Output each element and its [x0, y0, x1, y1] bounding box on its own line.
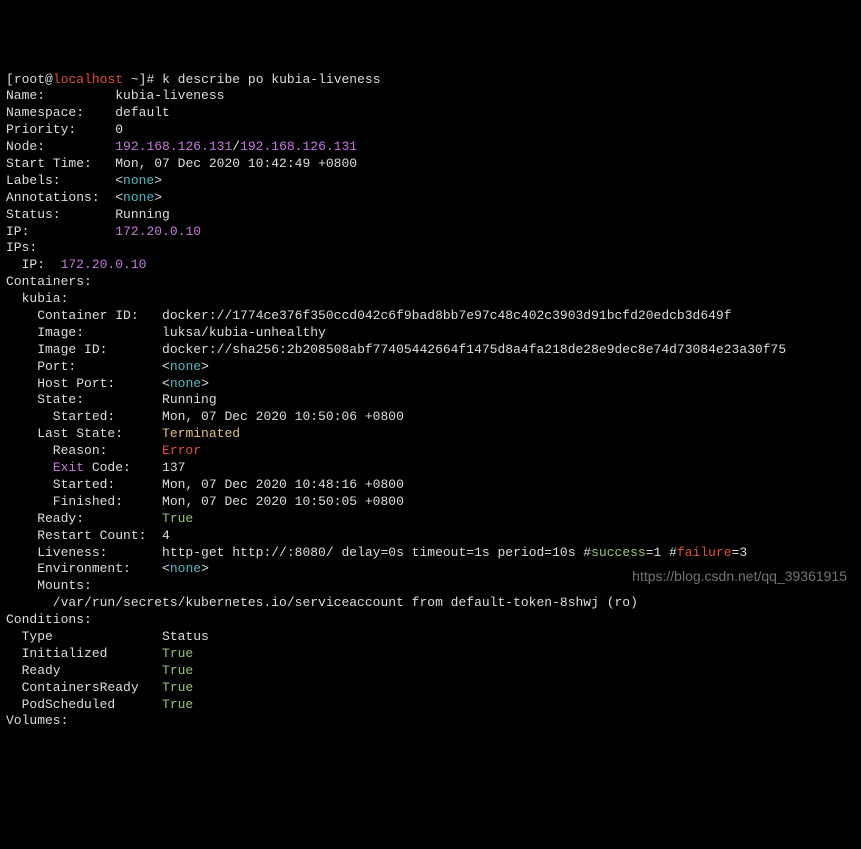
annotations-label: Annotations:	[6, 190, 100, 205]
priority-label: Priority:	[6, 122, 76, 137]
cond-type-label: Type	[6, 629, 53, 644]
prompt-user: root	[14, 72, 45, 87]
name-value: kubia-liveness	[115, 88, 224, 103]
laststate-label: Last State:	[6, 426, 123, 441]
ready-label: Ready:	[6, 511, 84, 526]
started-value: Mon, 07 Dec 2020 10:50:06 +0800	[162, 409, 404, 424]
none-close: >	[154, 190, 162, 205]
prompt-rest: ~]#	[123, 72, 162, 87]
name-label: Name:	[6, 88, 45, 103]
priority-value: 0	[115, 122, 123, 137]
node-ip1: 192.168.126.131	[115, 139, 232, 154]
node-label: Node:	[6, 139, 45, 154]
state-value: Running	[162, 392, 217, 407]
reason-value: Error	[162, 443, 201, 458]
none-text: none	[170, 359, 201, 374]
cond-row-value: True	[162, 680, 193, 695]
none-text: none	[123, 173, 154, 188]
starttime-label: Start Time:	[6, 156, 92, 171]
prompt-host: localhost	[53, 72, 123, 87]
cond-row-value: True	[162, 697, 193, 712]
ips-label: IPs:	[6, 240, 37, 255]
liveness-post: =3	[732, 545, 748, 560]
mounts-value: /var/run/secrets/kubernetes.io/serviceac…	[6, 595, 638, 610]
reason-label: Reason:	[6, 443, 107, 458]
none-open: <	[162, 359, 170, 374]
watermark-text: https://blog.csdn.net/qq_39361915	[632, 567, 847, 585]
none-close: >	[201, 359, 209, 374]
liveness-label: Liveness:	[6, 545, 107, 560]
none-close: >	[201, 376, 209, 391]
mounts-label: Mounts:	[6, 578, 92, 593]
cond-row-label: Initialized	[6, 646, 107, 661]
liveness-failure: failure	[677, 545, 732, 560]
namespace-value: default	[115, 105, 170, 120]
status-value: Running	[115, 207, 170, 222]
restart-value: 4	[162, 528, 170, 543]
volumes-label: Volumes:	[6, 713, 68, 728]
ips-sub-value: 172.20.0.10	[61, 257, 147, 272]
state-label: State:	[6, 392, 84, 407]
liveness-mid: =1 #	[646, 545, 677, 560]
ip-label: IP:	[6, 224, 29, 239]
node-slash: /	[232, 139, 240, 154]
status-label: Status:	[6, 207, 61, 222]
cond-row-value: True	[162, 646, 193, 661]
image-value: luksa/kubia-unhealthy	[162, 325, 326, 340]
none-text: none	[170, 376, 201, 391]
none-text: none	[170, 561, 201, 576]
none-text: none	[123, 190, 154, 205]
prompt-open: [	[6, 72, 14, 87]
exit-post: Code:	[84, 460, 131, 475]
none-close: >	[201, 561, 209, 576]
none-open: <	[162, 561, 170, 576]
none-open: <	[162, 376, 170, 391]
none-open: <	[115, 190, 123, 205]
ips-sub-label: IP:	[6, 257, 61, 272]
cond-row-label: Ready	[6, 663, 61, 678]
laststate-value: Terminated	[162, 426, 240, 441]
cond-status-label: Status	[162, 629, 209, 644]
exit-pre	[6, 460, 53, 475]
cond-row-label: PodScheduled	[6, 697, 115, 712]
exit-value: 137	[162, 460, 185, 475]
ip-value: 172.20.0.10	[115, 224, 201, 239]
none-open: <	[115, 173, 123, 188]
containers-header: Containers:	[6, 274, 92, 289]
ls-started-label: Started:	[6, 477, 115, 492]
command-text: k describe po kubia-liveness	[162, 72, 380, 87]
port-label: Port:	[6, 359, 76, 374]
liveness-pre: http-get http://:8080/ delay=0s timeout=…	[162, 545, 591, 560]
restart-label: Restart Count:	[6, 528, 146, 543]
container-name: kubia:	[6, 291, 68, 306]
liveness-success: success	[591, 545, 646, 560]
started-label: Started:	[6, 409, 115, 424]
ls-finished-label: Finished:	[6, 494, 123, 509]
namespace-label: Namespace:	[6, 105, 84, 120]
cond-row-label: ContainersReady	[6, 680, 139, 695]
node-ip2: 192.168.126.131	[240, 139, 357, 154]
ls-started-value: Mon, 07 Dec 2020 10:48:16 +0800	[162, 477, 404, 492]
hostport-label: Host Port:	[6, 376, 115, 391]
ready-value: True	[162, 511, 193, 526]
labels-label: Labels:	[6, 173, 61, 188]
conditions-header: Conditions:	[6, 612, 92, 627]
none-close: >	[154, 173, 162, 188]
ls-finished-value: Mon, 07 Dec 2020 10:50:05 +0800	[162, 494, 404, 509]
env-label: Environment:	[6, 561, 131, 576]
terminal-output: [root@localhost ~]# k describe po kubia-…	[6, 72, 855, 731]
image-id-value: docker://sha256:2b208508abf77405442664f1…	[162, 342, 786, 357]
image-id-label: Image ID:	[6, 342, 107, 357]
cond-row-value: True	[162, 663, 193, 678]
container-id-label: Container ID:	[6, 308, 139, 323]
prompt-at: @	[45, 72, 53, 87]
exit-word: Exit	[53, 460, 84, 475]
image-label: Image:	[6, 325, 84, 340]
container-id-value: docker://1774ce376f350ccd042c6f9bad8bb7e…	[162, 308, 732, 323]
starttime-value: Mon, 07 Dec 2020 10:42:49 +0800	[115, 156, 357, 171]
